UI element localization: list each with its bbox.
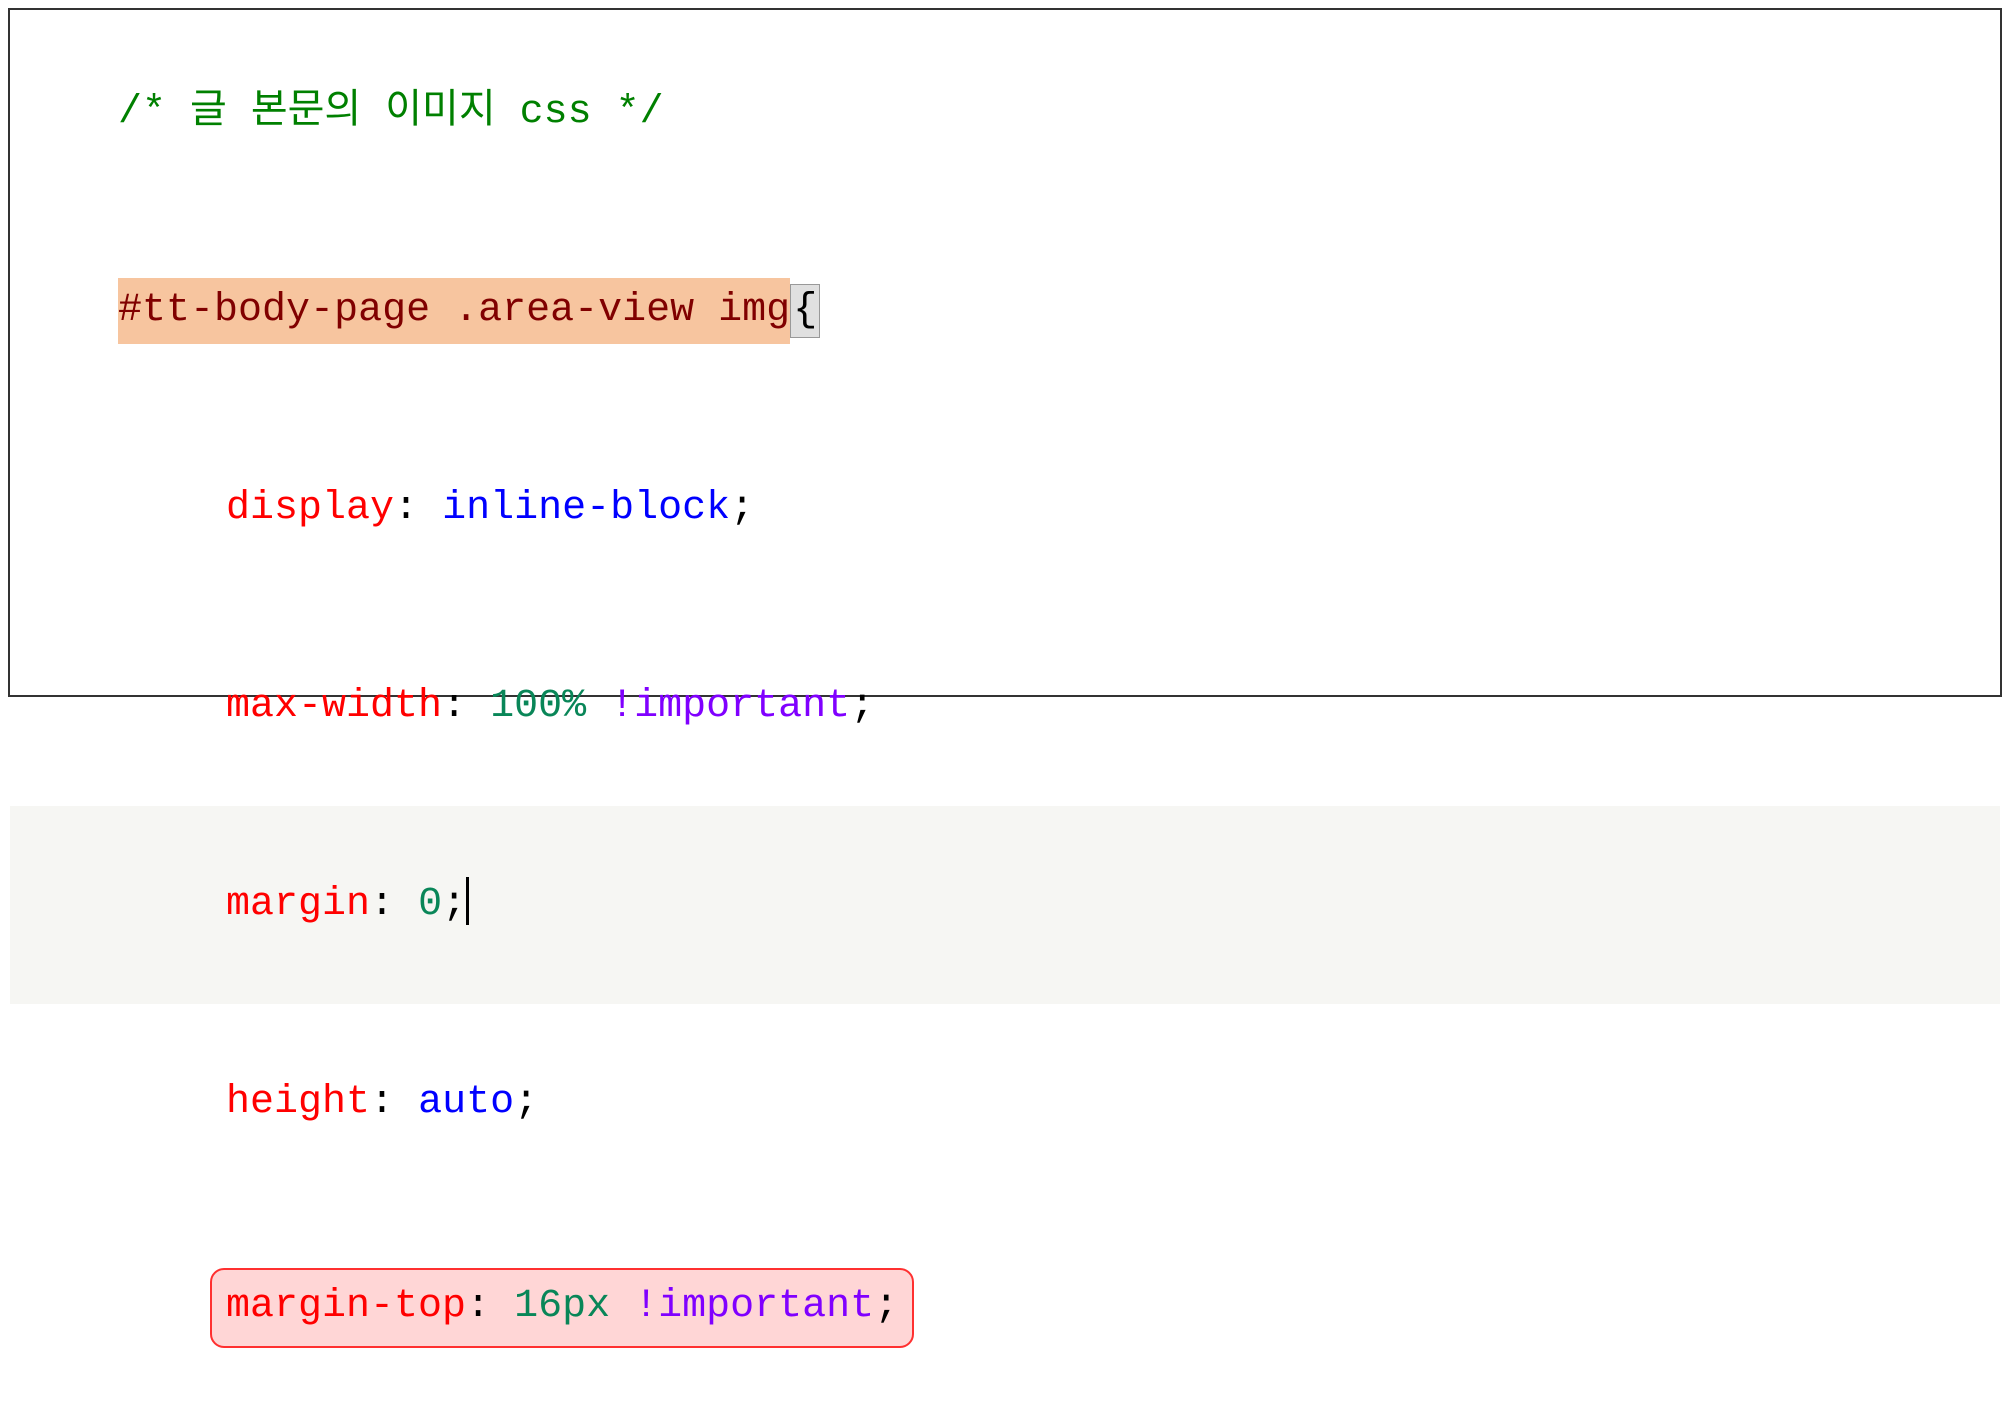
callout-highlight: margin-top: 16px !important; xyxy=(210,1268,914,1348)
selector-tag: img xyxy=(718,288,790,333)
css-property: height xyxy=(226,1080,370,1125)
colon: : xyxy=(394,486,418,531)
semicolon: ; xyxy=(874,1284,898,1329)
selector-class: area-view xyxy=(478,288,694,333)
css-value-number: 16 xyxy=(514,1284,562,1329)
brace-open: { xyxy=(790,284,820,338)
code-line-selector: #tt-body-page .area-view img{ xyxy=(10,212,2000,410)
css-value-unit: px xyxy=(562,1284,610,1329)
space xyxy=(586,684,610,729)
colon: : xyxy=(466,1284,490,1329)
css-important: !important xyxy=(634,1284,874,1329)
space xyxy=(490,1284,514,1329)
css-property: max-width xyxy=(226,684,442,729)
hash-symbol: # xyxy=(118,288,142,333)
css-value: auto xyxy=(418,1080,514,1125)
css-important: !important xyxy=(610,684,850,729)
colon: : xyxy=(370,1080,394,1125)
css-value: inline-block xyxy=(442,486,730,531)
code-line-rule: max-width: 100% !important; xyxy=(10,608,2000,806)
selector-highlight: #tt-body-page .area-view img xyxy=(118,278,790,344)
selector-id: tt-body-page xyxy=(142,288,430,333)
colon: : xyxy=(370,882,394,927)
space xyxy=(394,1080,418,1125)
css-property: margin-top xyxy=(226,1284,466,1329)
semicolon: ; xyxy=(850,684,874,729)
code-editor[interactable]: /* 글 본문의 이미지 css */ #tt-body-page .area-… xyxy=(8,8,2002,697)
text-cursor xyxy=(466,877,469,925)
semicolon: ; xyxy=(514,1080,538,1125)
code-line-rule-callout: margin-top: 16px !important; xyxy=(10,1202,2000,1410)
space xyxy=(466,684,490,729)
code-line-rule: height: auto; xyxy=(10,1004,2000,1202)
space xyxy=(694,288,718,333)
space xyxy=(418,486,442,531)
semicolon: ; xyxy=(730,486,754,531)
colon: : xyxy=(442,684,466,729)
css-property: margin xyxy=(226,882,370,927)
css-value-unit: % xyxy=(562,684,586,729)
code-line-comment: /* 글 본문의 이미지 css */ xyxy=(10,14,2000,212)
space xyxy=(394,882,418,927)
code-line-rule-active: margin: 0; xyxy=(10,806,2000,1004)
code-line-rule: display: inline-block; xyxy=(10,410,2000,608)
css-value-number: 100 xyxy=(490,684,562,729)
css-value-number: 0 xyxy=(418,882,442,927)
space xyxy=(430,288,454,333)
dot-symbol: . xyxy=(454,288,478,333)
semicolon: ; xyxy=(442,882,466,927)
css-property: display xyxy=(226,486,394,531)
space xyxy=(610,1284,634,1329)
css-comment: /* 글 본문의 이미지 css */ xyxy=(118,90,664,135)
